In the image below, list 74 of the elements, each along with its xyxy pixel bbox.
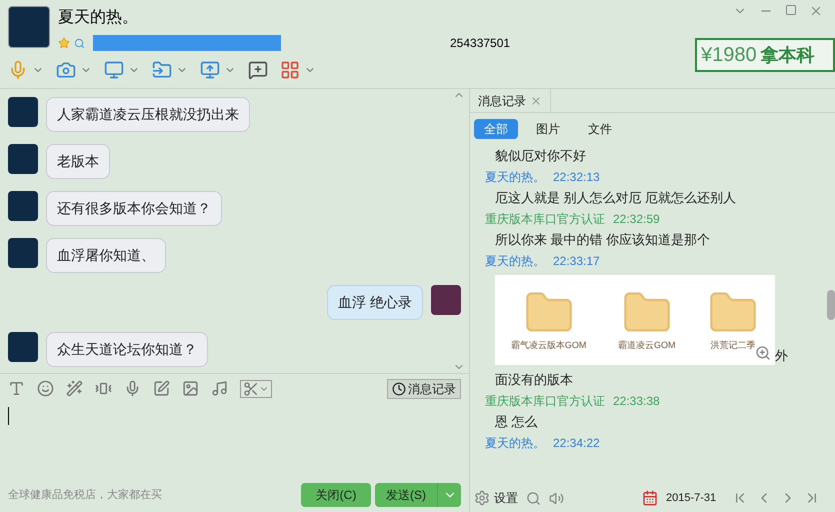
message-time: 22:32:59 [613, 211, 660, 228]
message-time: 22:33:17 [553, 253, 600, 270]
zoom-icon[interactable] [755, 345, 771, 361]
folder-name: 洪荒记二季 [710, 339, 756, 352]
filter-tab[interactable]: 全部 [474, 119, 518, 139]
avatar-picture [8, 6, 50, 48]
history-message: 厄这人就是 别人怎么对厄 厄就怎么还别人 [494, 189, 738, 207]
message-time: 22:32:13 [553, 169, 600, 186]
chat-bubble: 众生天道论坛你知道？ [46, 332, 208, 367]
settings-icon[interactable] [474, 490, 490, 506]
close-button[interactable]: 关闭(C) [301, 483, 371, 507]
history-message: 外 [775, 346, 788, 364]
speaker-icon[interactable] [549, 490, 564, 506]
status-icon [74, 38, 85, 48]
history-message: 面没有的版本 [494, 371, 574, 389]
avatar-picture [8, 144, 38, 174]
vibrate-icon[interactable] [95, 380, 112, 397]
ad-price: ¥1980 [701, 43, 757, 68]
history-message: 所以你来 最中的错 你应该知道是那个 [494, 231, 712, 249]
music-icon[interactable] [211, 380, 228, 397]
folder-name: 霸道凌云GOM [618, 339, 676, 352]
contact-number: 254337501 [450, 35, 510, 52]
calendar-icon[interactable] [642, 490, 658, 506]
history-tab-label[interactable]: 消息记录 [478, 92, 526, 110]
maximize-icon[interactable] [785, 4, 797, 16]
edit-icon[interactable] [153, 380, 170, 397]
send-button[interactable]: 发送(S) [375, 483, 437, 507]
font-icon[interactable] [8, 380, 25, 397]
presentation-icon[interactable] [104, 60, 124, 80]
sender-name: 重庆版本库口官方认证 [485, 393, 605, 410]
close-icon[interactable] [809, 4, 823, 18]
avatar-picture [8, 332, 38, 362]
message-time: 22:34:22 [553, 435, 600, 452]
settings-label[interactable]: 设置 [494, 489, 518, 507]
search-icon[interactable] [526, 490, 541, 506]
history-button[interactable]: 消息记录 [387, 378, 461, 398]
ad-text: 拿本科 [760, 44, 815, 67]
scrollbar-thumb[interactable] [827, 290, 835, 320]
sender-name: 重庆版本库口官方认证 [485, 211, 605, 228]
sender-name: 夏天的热。 [485, 169, 545, 186]
screen-share-icon[interactable] [200, 60, 220, 80]
chat-bubble: 老版本 [46, 144, 110, 179]
clock-icon [392, 382, 406, 396]
avatar-picture [8, 238, 38, 268]
folder-arrow-icon[interactable] [152, 60, 172, 80]
webcam-icon[interactable] [56, 60, 76, 80]
history-message: 貌似厄对你不好 [494, 147, 587, 165]
screenshot-button[interactable] [240, 380, 272, 398]
sender-name: 夏天的热。 [485, 435, 545, 452]
history-date: 2015-7-31 [666, 490, 716, 506]
image-icon[interactable] [182, 380, 199, 397]
chat-bubble: 还有很多版本你会知道？ [46, 191, 222, 226]
chat-bubble: 血浮屠你知道、 [46, 238, 166, 273]
contact-name: 夏天的热。 [58, 8, 139, 28]
sender-name: 夏天的热。 [485, 253, 545, 270]
avatar-picture [431, 285, 461, 315]
chat-bubble: 人家霸道凌云压根就没扔出来 [46, 97, 250, 132]
microphone-icon[interactable] [124, 380, 141, 397]
close-icon[interactable] [530, 94, 542, 106]
scissors-icon [243, 380, 259, 396]
history-message: 恩 怎么 [494, 413, 539, 431]
folder-name: 霸气凌云版本GOM [510, 339, 586, 352]
message-time: 22:33:38 [613, 393, 660, 410]
avatar-picture [8, 97, 38, 127]
avatar-picture [8, 191, 38, 221]
send-options-button[interactable] [437, 483, 461, 507]
magic-wand-icon[interactable] [66, 380, 83, 397]
new-message-icon[interactable] [248, 60, 268, 80]
apps-grid-icon[interactable] [280, 60, 300, 80]
filter-tab[interactable]: 文件 [578, 119, 622, 139]
chat-bubble: 血浮 绝心录 [327, 285, 423, 320]
filter-tab[interactable]: 图片 [526, 119, 570, 139]
emoji-icon[interactable] [37, 380, 54, 397]
star-icon [58, 37, 70, 49]
